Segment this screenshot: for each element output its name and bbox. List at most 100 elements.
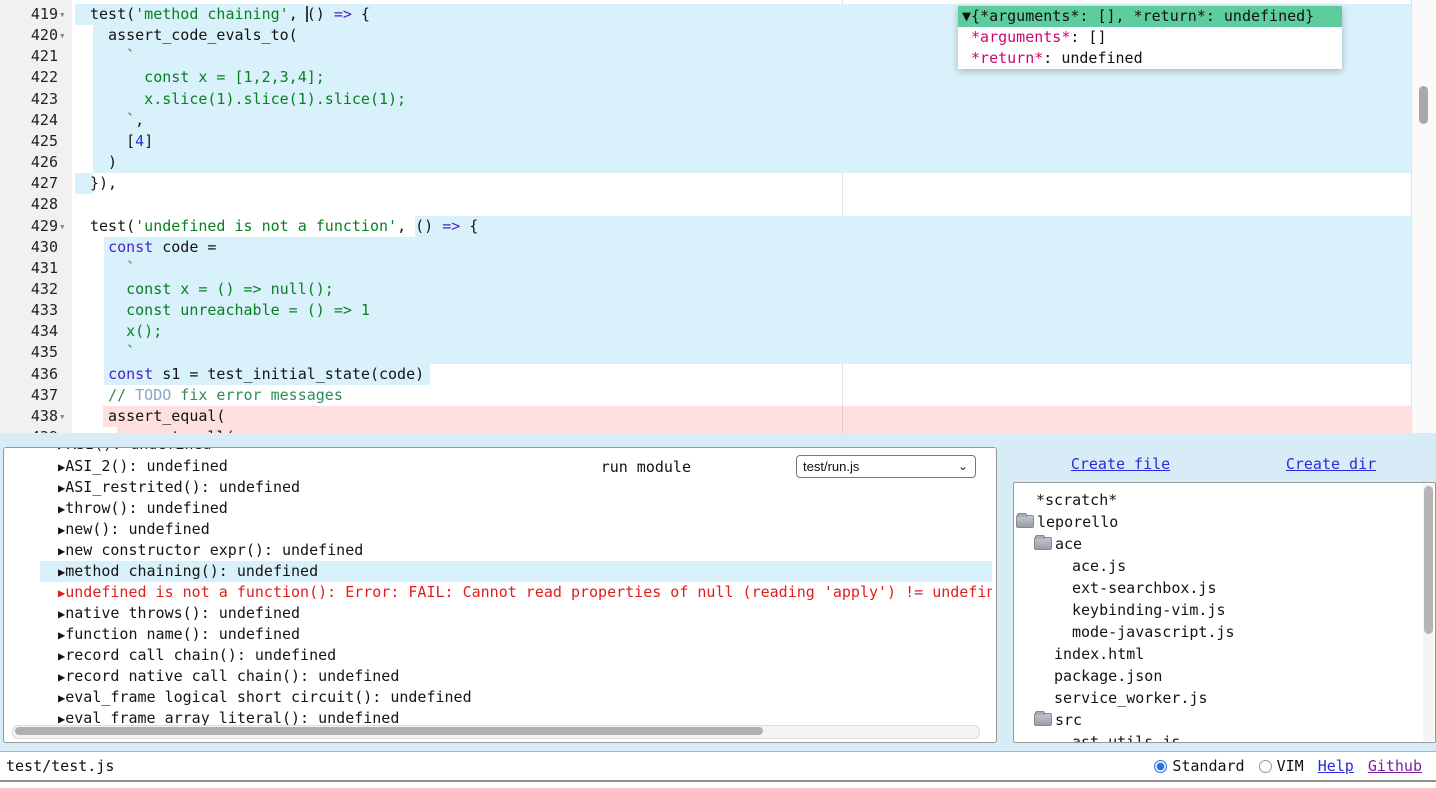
- gutter-line-437[interactable]: 437: [0, 385, 58, 406]
- tree-item-ast-utils-js[interactable]: ast_utils.js: [1014, 731, 1436, 743]
- code-line-429[interactable]: test('undefined is not a function', () =…: [90, 216, 478, 237]
- test-result-item[interactable]: ▶undefined is not a function(): Error: F…: [40, 582, 992, 603]
- create-dir-link[interactable]: Create dir: [1286, 455, 1376, 473]
- gutter-line-439[interactable]: 439: [0, 427, 58, 433]
- gutter-line-438[interactable]: 438: [0, 406, 58, 427]
- tree-item-keybinding-vim-js[interactable]: keybinding-vim.js: [1014, 599, 1436, 621]
- code-line-425[interactable]: [4]: [90, 131, 153, 152]
- test-result-item[interactable]: ▶eval_frame logical short circuit(): und…: [40, 687, 992, 708]
- file-tree-scrollbar[interactable]: [1423, 484, 1434, 741]
- code-line-426[interactable]: ): [90, 152, 117, 173]
- tooltip-detail-row[interactable]: *return*: undefined: [958, 48, 1342, 69]
- gutter-line-434[interactable]: 434: [0, 321, 58, 342]
- test-result-item[interactable]: ▶record native call chain(): undefined: [40, 666, 992, 687]
- gutter-line-432[interactable]: 432: [0, 279, 58, 300]
- fold-toggle-icon[interactable]: ▾: [59, 406, 73, 427]
- expand-triangle-icon[interactable]: ▶: [58, 670, 65, 684]
- help-link[interactable]: Help: [1318, 757, 1354, 775]
- code-line-437[interactable]: // TODO fix error messages: [90, 385, 343, 406]
- file-tree-scrollbar-thumb[interactable]: [1424, 486, 1433, 634]
- expand-triangle-icon[interactable]: ▶: [58, 502, 65, 516]
- expand-triangle-icon[interactable]: ▶: [58, 544, 65, 558]
- gutter-line-428[interactable]: 428: [0, 194, 58, 215]
- radio-standard-icon[interactable]: [1154, 760, 1167, 773]
- fold-toggle-icon[interactable]: ▾: [59, 4, 73, 25]
- code-line-431[interactable]: `: [90, 258, 135, 279]
- gutter-line-419[interactable]: 419: [0, 4, 58, 25]
- code-line-424[interactable]: `,: [90, 110, 144, 131]
- expand-triangle-icon[interactable]: ▶: [58, 712, 65, 726]
- code-line-421[interactable]: `: [90, 46, 135, 67]
- gutter-line-423[interactable]: 423: [0, 89, 58, 110]
- gutter-line-435[interactable]: 435: [0, 342, 58, 363]
- code-line-419[interactable]: test('method chaining', () => {: [90, 4, 370, 25]
- code-editor[interactable]: 419▾420▾421422423424425426427428429▾4304…: [0, 0, 1436, 433]
- tree-item-service-worker-js[interactable]: service_worker.js: [1014, 687, 1436, 709]
- code-line-430[interactable]: const code =: [90, 237, 216, 258]
- code-line-427[interactable]: }),: [90, 173, 117, 194]
- expand-triangle-icon[interactable]: ▶: [58, 649, 65, 663]
- code-line-422[interactable]: const x = [1,2,3,4];: [90, 67, 325, 88]
- test-result-item[interactable]: ▶new(): undefined: [40, 519, 992, 540]
- test-result-item[interactable]: ▶throw(): undefined: [40, 498, 992, 519]
- keybinding-standard-option[interactable]: Standard: [1154, 757, 1244, 775]
- tree-item-src[interactable]: src: [1014, 709, 1436, 731]
- console-horizontal-scrollbar[interactable]: [12, 725, 980, 739]
- tree-item-ace[interactable]: ace: [1014, 533, 1436, 555]
- gutter-line-427[interactable]: 427: [0, 173, 58, 194]
- test-result-item[interactable]: ▶ASI_restrited(): undefined: [40, 477, 992, 498]
- gutter-line-421[interactable]: 421: [0, 46, 58, 67]
- gutter-line-433[interactable]: 433: [0, 300, 58, 321]
- gutter-line-431[interactable]: 431: [0, 258, 58, 279]
- code-line-439[interactable]: assert_call(: [90, 427, 235, 433]
- expand-triangle-icon[interactable]: ▶: [58, 481, 65, 495]
- test-result-item[interactable]: ▶record call chain(): undefined: [40, 645, 992, 666]
- expand-triangle-icon[interactable]: ▶: [58, 523, 65, 537]
- expand-triangle-icon[interactable]: ▶: [58, 460, 65, 474]
- editor-scrollbar[interactable]: [1411, 0, 1436, 433]
- tree-item--scratch-[interactable]: *scratch*: [1014, 489, 1436, 511]
- tree-item-ace-js[interactable]: ace.js: [1014, 555, 1436, 577]
- expand-triangle-icon[interactable]: ▶: [58, 691, 65, 705]
- tree-item-index-html[interactable]: index.html: [1014, 643, 1436, 665]
- gutter-line-430[interactable]: 430: [0, 237, 58, 258]
- create-file-link[interactable]: Create file: [1071, 455, 1170, 473]
- keybinding-vim-option[interactable]: VIM: [1259, 757, 1304, 775]
- gutter-line-426[interactable]: 426: [0, 152, 58, 173]
- run-module-select[interactable]: test/run.js ⌄: [796, 455, 976, 478]
- test-result-item[interactable]: ▶new constructor expr(): undefined: [40, 540, 992, 561]
- editor-scrollbar-thumb[interactable]: [1419, 86, 1428, 124]
- tooltip-summary-row[interactable]: ▼{*arguments*: [], *return*: undefined}: [958, 6, 1342, 27]
- gutter-line-429[interactable]: 429: [0, 216, 58, 237]
- code-line-434[interactable]: x();: [90, 321, 162, 342]
- tree-item-package-json[interactable]: package.json: [1014, 665, 1436, 687]
- github-link[interactable]: Github: [1368, 757, 1422, 775]
- tree-item-ext-searchbox-js[interactable]: ext-searchbox.js: [1014, 577, 1436, 599]
- gutter-line-420[interactable]: 420: [0, 25, 58, 46]
- gutter-line-425[interactable]: 425: [0, 131, 58, 152]
- radio-vim-icon[interactable]: [1259, 760, 1272, 773]
- code-line-432[interactable]: const x = () => null();: [90, 279, 334, 300]
- code-line-435[interactable]: `: [90, 342, 135, 363]
- tooltip-detail-row[interactable]: *arguments*: []: [958, 27, 1342, 48]
- tree-item-mode-javascript-js[interactable]: mode-javascript.js: [1014, 621, 1436, 643]
- gutter-line-424[interactable]: 424: [0, 110, 58, 131]
- test-result-item[interactable]: ▶function name(): undefined: [40, 624, 992, 645]
- fold-toggle-icon[interactable]: ▾: [59, 25, 73, 46]
- code-line-436[interactable]: const s1 = test_initial_state(code): [90, 364, 424, 385]
- test-result-item[interactable]: ▶method chaining(): undefined: [40, 561, 992, 582]
- expand-triangle-icon[interactable]: ▶: [58, 607, 65, 621]
- code-line-438[interactable]: assert_equal(: [90, 406, 225, 427]
- test-result-item[interactable]: ▶native throws(): undefined: [40, 603, 992, 624]
- gutter-line-436[interactable]: 436: [0, 364, 58, 385]
- expand-triangle-icon[interactable]: ▶: [58, 586, 65, 600]
- code-line-420[interactable]: assert_code_evals_to(: [90, 25, 298, 46]
- code-line-423[interactable]: x.slice(1).slice(1).slice(1);: [90, 89, 406, 110]
- fold-toggle-icon[interactable]: ▾: [59, 216, 73, 237]
- tree-item-leporello[interactable]: leporello: [1014, 511, 1436, 533]
- console-horizontal-scrollbar-thumb[interactable]: [15, 727, 763, 735]
- expand-triangle-icon[interactable]: ▶: [58, 565, 65, 579]
- gutter-line-422[interactable]: 422: [0, 67, 58, 88]
- expand-triangle-icon[interactable]: ▶: [58, 628, 65, 642]
- code-line-433[interactable]: const unreachable = () => 1: [90, 300, 370, 321]
